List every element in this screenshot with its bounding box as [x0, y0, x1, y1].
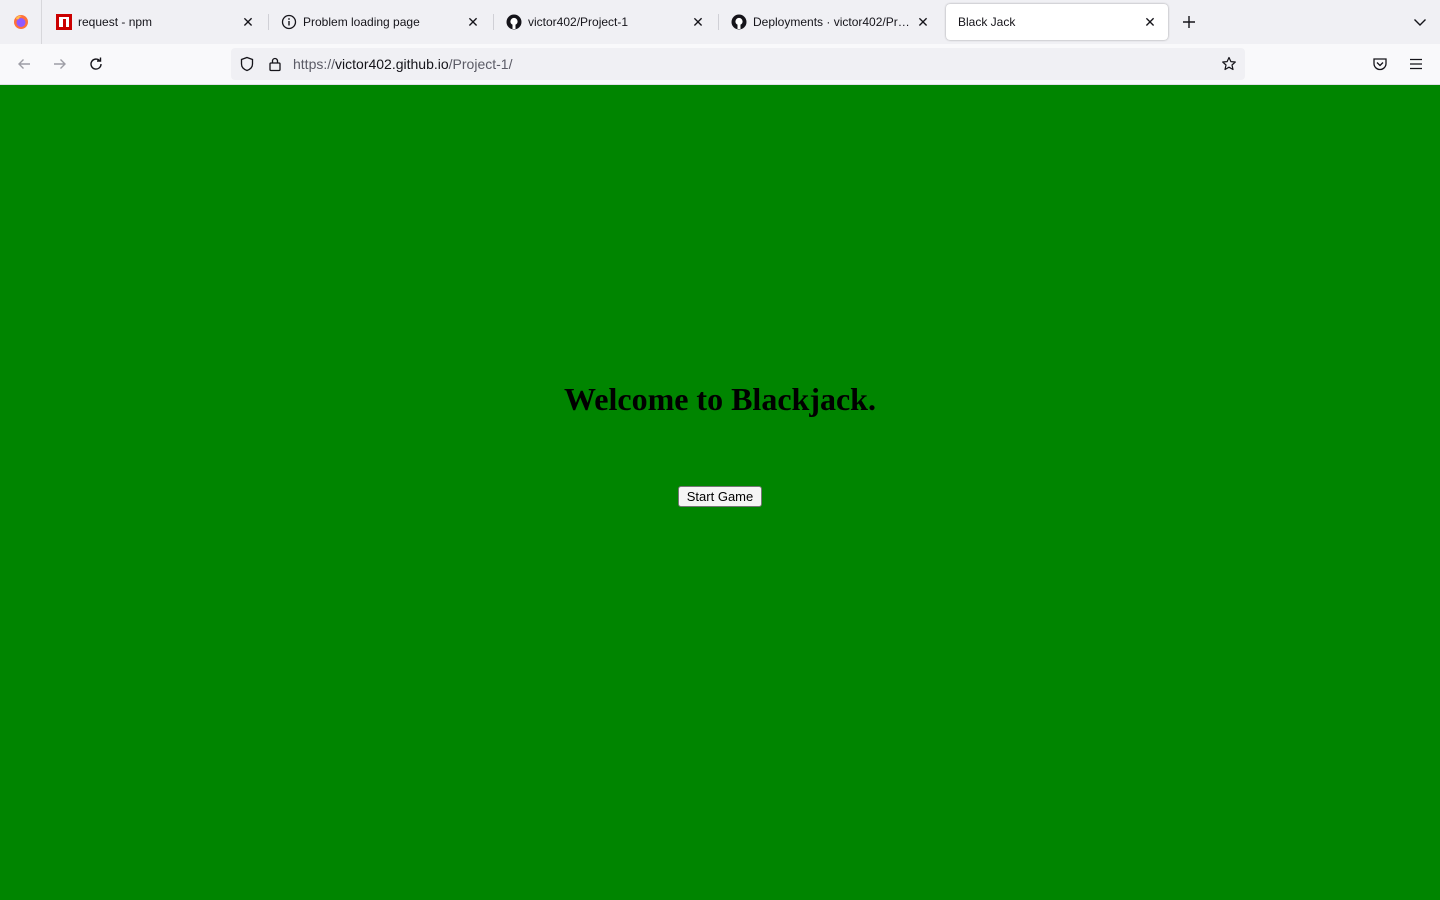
bookmark-star-icon[interactable]: [1221, 56, 1237, 72]
reload-icon[interactable]: [84, 52, 108, 76]
tab-label: Problem loading page: [303, 15, 420, 29]
tab-request-npm[interactable]: request - npm ✕: [44, 4, 266, 40]
forward-arrow-icon[interactable]: [48, 52, 72, 76]
tab-strip: request - npm ✕ Problem loading page ✕ v…: [0, 0, 1440, 44]
firefox-icon[interactable]: [0, 0, 42, 44]
tab-label: request - npm: [78, 15, 153, 29]
url-scheme: https://: [293, 56, 336, 72]
tab-github-project[interactable]: victor402/Project-1 ✕: [494, 4, 716, 40]
tracking-protection-shield-icon[interactable]: [239, 56, 255, 72]
hamburger-menu-icon[interactable]: [1404, 52, 1428, 76]
close-tab-icon[interactable]: ✕: [913, 12, 933, 32]
url-path: /Project-1/: [448, 56, 513, 72]
url-text[interactable]: https://victor402.github.io/Project-1/: [293, 56, 512, 72]
close-tab-icon[interactable]: ✕: [463, 12, 483, 32]
tab-deployments[interactable]: Deployments · victor402/Project-1 ✕: [719, 4, 941, 40]
page-content: Welcome to Blackjack. Start Game: [0, 85, 1440, 900]
github-icon: [506, 14, 522, 30]
close-tab-icon[interactable]: ✕: [238, 12, 258, 32]
info-icon: [281, 14, 297, 30]
tab-black-jack[interactable]: Black Jack ✕: [946, 4, 1168, 40]
tab-label: victor402/Project-1: [528, 15, 629, 29]
tab-problem-loading[interactable]: Problem loading page ✕: [269, 4, 491, 40]
pocket-icon[interactable]: [1368, 52, 1392, 76]
new-tab-plus-icon[interactable]: [1177, 10, 1201, 34]
github-icon: [731, 14, 747, 30]
npm-icon: [56, 14, 72, 30]
lock-icon[interactable]: [267, 56, 283, 72]
close-tab-icon[interactable]: ✕: [1140, 12, 1160, 32]
close-tab-icon[interactable]: ✕: [688, 12, 708, 32]
tab-label: Deployments · victor402/Project-1: [753, 15, 913, 29]
url-bar[interactable]: https://victor402.github.io/Project-1/: [231, 48, 1245, 80]
list-all-tabs-chevron-icon[interactable]: [1408, 10, 1432, 34]
navigation-toolbar: https://victor402.github.io/Project-1/: [0, 44, 1440, 85]
url-host: victor402.github.io: [335, 56, 449, 72]
page-title: Welcome to Blackjack.: [564, 381, 876, 417]
start-game-button[interactable]: Start Game: [678, 486, 762, 507]
back-arrow-icon[interactable]: [12, 52, 36, 76]
tab-label: Black Jack: [958, 15, 1016, 29]
